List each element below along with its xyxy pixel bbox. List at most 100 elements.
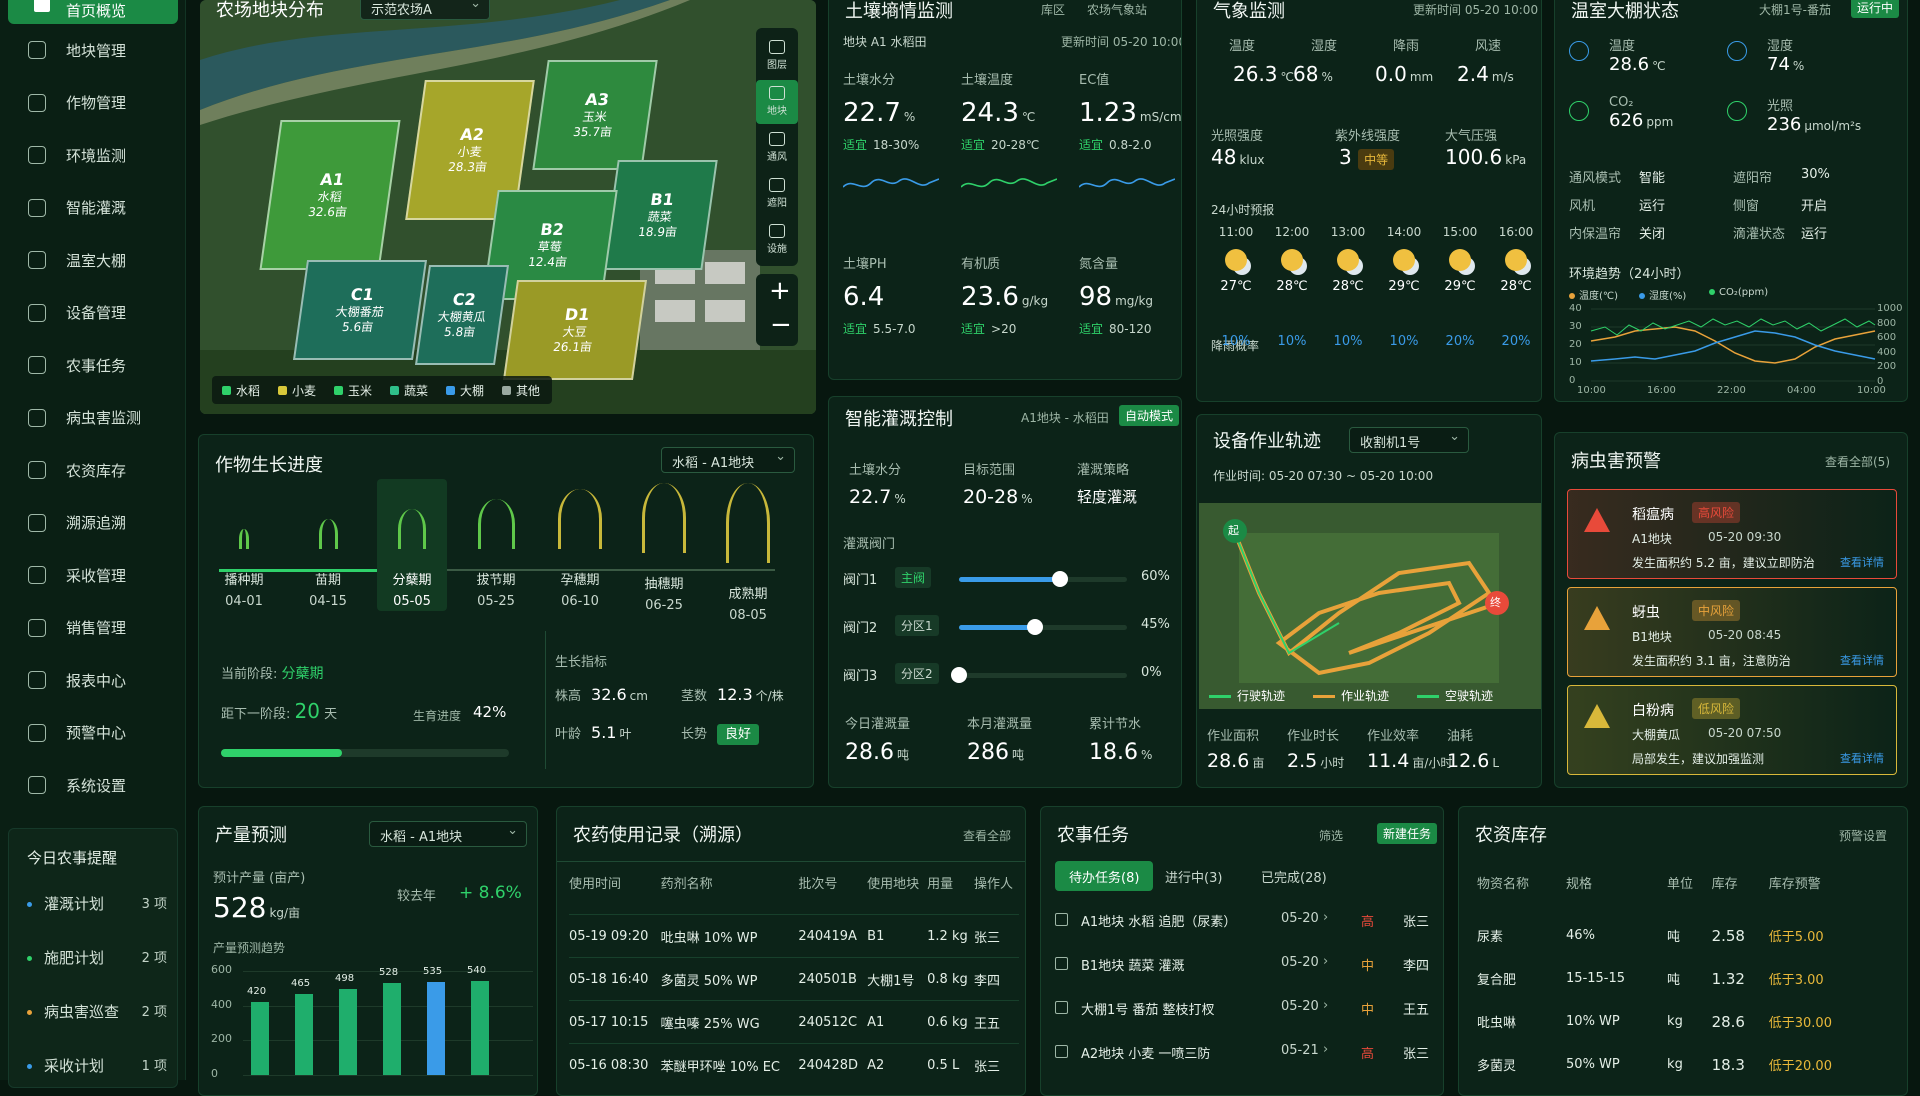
nav-item[interactable]: 预警中心 (0, 713, 186, 753)
task-row[interactable]: A2地块 小麦 一喷三防 05-21 › 高 张三 (1055, 1039, 1435, 1069)
next-stage-days: 20 (294, 699, 320, 723)
nav-item[interactable]: 智能灌溉 (0, 188, 186, 228)
growth-stage[interactable]: 拔节期 05-25 (461, 479, 531, 609)
valve-slider[interactable] (959, 619, 1127, 635)
valve-slider-handle[interactable] (1026, 619, 1043, 635)
map-tool-4[interactable]: 设施 (756, 218, 798, 262)
farm-map[interactable]: 农场地块分布 示范农场A A1水稻32.6亩A2小麦28.3亩A3玉米35.7亩… (200, 0, 816, 414)
gh-xaxis: 04:00 (1787, 385, 1816, 396)
pesticide-row[interactable]: 05-17 10:15 噻虫嗪 25% WG 240512C A1 0.6 kg 王五 (569, 1000, 1019, 1044)
reminder-item[interactable]: 施肥计划 2 项 (27, 947, 167, 968)
growth-crop-select[interactable]: 水稻 - A1地块 (661, 447, 795, 473)
valve-slider[interactable] (951, 667, 1127, 683)
growth-stage[interactable]: 孕穗期 06-10 (545, 479, 615, 609)
nav-item[interactable]: 农资库存 (0, 450, 186, 490)
nav-item[interactable]: 环境监测 (0, 135, 186, 175)
greenhouse-select[interactable]: 大棚1号-番茄 (1759, 1, 1831, 18)
nav-item[interactable]: 温室大棚 (0, 240, 186, 280)
valve-slider[interactable] (959, 571, 1127, 587)
task-owner: 李四 (1403, 959, 1430, 974)
reminder-item[interactable]: 采收计划 1 项 (27, 1055, 167, 1076)
nav-item[interactable]: 销售管理 (0, 608, 186, 648)
soil-metric-range: 5.5-7.0 (873, 322, 916, 336)
task-filter[interactable]: 筛选 (1319, 827, 1343, 844)
map-field-b1[interactable]: B1 蔬菜 18.9亩 (602, 160, 718, 270)
gh-legend-dot (1569, 293, 1575, 299)
field-area: 26.1亩 (552, 340, 593, 354)
pesticide-row[interactable]: 05-19 09:20 吡虫啉 10% WP 240419A B1 1.2 kg 张三 (569, 914, 1019, 958)
pest-detail-link[interactable]: 查看详情 (1840, 750, 1884, 766)
task-row[interactable]: 大棚1号 番茄 整枝打杈 05-20 › 中 王五 (1055, 995, 1435, 1025)
inventory-row[interactable]: 尿素 46% 吨 2.58 低于5.00 (1477, 914, 1877, 957)
stage-name: 拔节期 (476, 573, 516, 588)
irrigation-mode[interactable]: 自动模式 (1119, 405, 1180, 426)
yield-crop-select[interactable]: 水稻 - A1地块 (369, 821, 527, 847)
map-tool-3[interactable]: 遮阳 (756, 172, 798, 216)
field-crop: 大豆 (561, 325, 588, 339)
map-field-a1[interactable]: A1 水稻 32.6亩 (259, 120, 401, 270)
zoom-in-button[interactable]: + (769, 276, 791, 306)
task-checkbox[interactable] (1055, 957, 1068, 970)
task-checkbox[interactable] (1055, 1001, 1068, 1014)
inventory-row[interactable]: 复合肥 15-15-15 吨 1.32 低于3.00 (1477, 957, 1877, 1000)
nav-item[interactable]: 采收管理 (0, 555, 186, 595)
map-field-c2[interactable]: C2 大棚黄瓜 5.8亩 (414, 265, 510, 365)
machine-select[interactable]: 收割机1号 (1349, 427, 1469, 453)
map-tool-0[interactable]: 图层 (756, 34, 798, 78)
task-tab[interactable]: 待办任务(8) (1055, 861, 1154, 891)
nav-item[interactable]: 地块管理 (0, 30, 186, 70)
map-field-a3[interactable]: A3 玉米 35.7亩 (532, 60, 658, 170)
task-row[interactable]: A1地块 水稻 追肥（尿素） 05-20 › 高 张三 (1055, 907, 1435, 937)
growth-stage[interactable]: 播种期 04-01 (209, 479, 279, 609)
valve-slider-handle[interactable] (1051, 571, 1068, 587)
nav-item-icon (28, 618, 46, 637)
nav-item[interactable]: 病虫害监测 (0, 398, 186, 438)
new-task-button[interactable]: 新建任务 (1377, 823, 1438, 844)
pest-detail-link[interactable]: 查看详情 (1840, 652, 1884, 668)
nav-item[interactable]: 系统设置 (0, 765, 186, 805)
soil-tab-station[interactable]: 农场气象站 (1087, 1, 1147, 18)
reminder-item[interactable]: 灌溉计划 3 项 (27, 893, 167, 914)
soil-metric-tag: 适宜 (843, 138, 868, 152)
map-field-d1[interactable]: D1 大豆 26.1亩 (502, 280, 648, 380)
soil-metric-tag: 适宜 (1079, 322, 1104, 336)
growth-stage[interactable]: 成熟期 08-05 (713, 479, 783, 623)
task-tab[interactable]: 进行中(3) (1151, 861, 1236, 891)
chevron-right-icon: › (1323, 1042, 1329, 1057)
nav-item[interactable]: 农事任务 (0, 345, 186, 385)
task-row[interactable]: B1地块 蔬菜 灌溉 05-20 › 中 李四 (1055, 951, 1435, 981)
task-tab[interactable]: 已完成(28) (1247, 861, 1341, 891)
nav-home[interactable]: 首页概览 (8, 0, 178, 24)
pesticide-view-all[interactable]: 查看全部 (963, 827, 1011, 844)
pest-detail-link[interactable]: 查看详情 (1840, 554, 1884, 570)
task-checkbox[interactable] (1055, 1045, 1068, 1058)
track-map[interactable]: 起 终 行驶轨迹 作业轨迹 空驶轨迹 (1199, 503, 1541, 709)
nav-item[interactable]: 作物管理 (0, 83, 186, 123)
soil-tab-area[interactable]: 库区 (1041, 1, 1065, 18)
pest-alert[interactable]: 蚜虫 中风险 B1地块 05-20 08:45 发生面积约 3.1 亩，注意防治 查看详情 (1567, 587, 1897, 677)
map-legend: 水稻 小麦 玉米 蔬菜 大棚 其他 (212, 376, 552, 404)
nav-item[interactable]: 报表中心 (0, 660, 186, 700)
reminder-item[interactable]: 病虫害巡查 2 项 (27, 1001, 167, 1022)
pest-alert[interactable]: 稻瘟病 高风险 A1地块 05-20 09:30 发生面积约 5.2 亩，建议立即防治 查… (1567, 489, 1897, 579)
map-field-c1[interactable]: C1 大棚番茄 5.6亩 (292, 260, 428, 360)
pest-view-all[interactable]: 查看全部(5) (1825, 453, 1890, 470)
growth-stage[interactable]: 苗期 04-15 (293, 479, 363, 609)
growth-stage[interactable]: 分蘖期 05-05 (377, 479, 447, 611)
inventory-row[interactable]: 吡虫啉 10% WP kg 28.6 低于30.00 (1477, 1000, 1877, 1043)
inventory-cell: 低于3.00 (1768, 973, 1824, 988)
zoom-out-button[interactable]: − (770, 310, 792, 340)
growth-stage[interactable]: 抽穗期 06-25 (629, 479, 699, 613)
map-tool-1[interactable]: 地块 (756, 80, 798, 124)
nav-item[interactable]: 溯源追溯 (0, 503, 186, 543)
pesticide-row[interactable]: 05-18 16:40 多菌灵 50% WP 240501B 大棚1号 0.8 kg 李四 (569, 957, 1019, 1001)
valve-slider-handle[interactable] (951, 667, 967, 683)
soil-metric-label: EC值 (1079, 73, 1110, 88)
inventory-settings[interactable]: 预警设置 (1839, 827, 1887, 844)
task-checkbox[interactable] (1055, 913, 1068, 926)
light-label: 光照强度 (1211, 129, 1264, 144)
map-tool-2[interactable]: 通风 (756, 126, 798, 170)
nav-item[interactable]: 设备管理 (0, 293, 186, 333)
farm-select[interactable]: 示范农场A (360, 0, 490, 20)
pest-alert[interactable]: 白粉病 低风险 大棚黄瓜 05-20 07:50 局部发生，建议加强监测 查看详情 (1567, 685, 1897, 775)
